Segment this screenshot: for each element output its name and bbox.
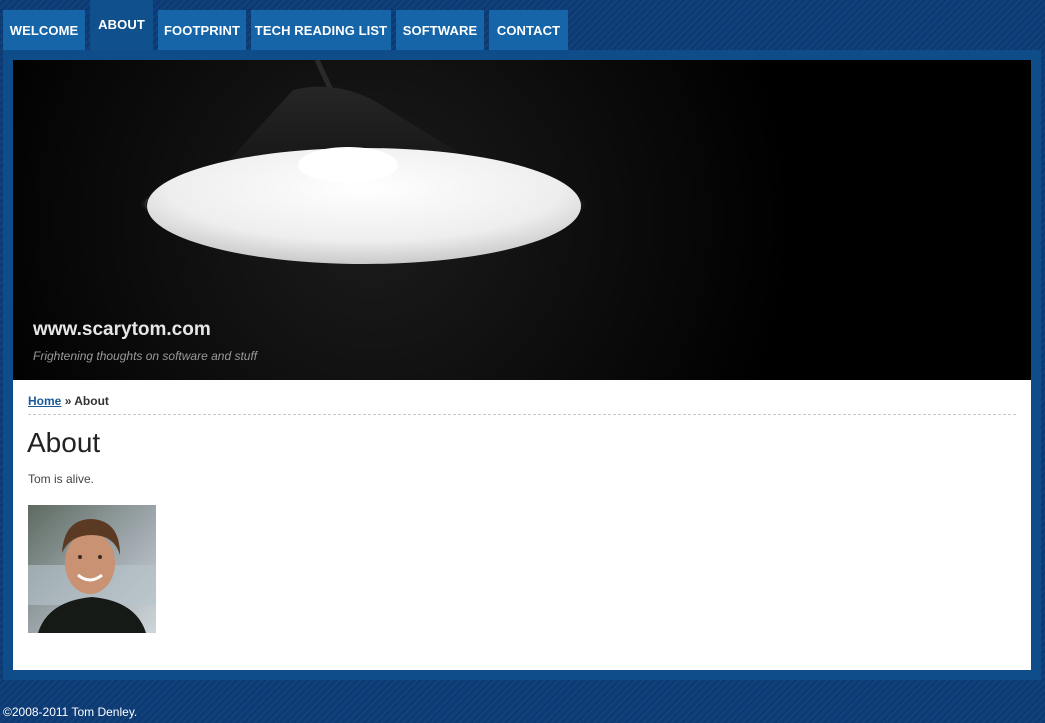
site-title: www.scarytom.com [33,319,211,340]
site-header: www.scarytom.com Frightening thoughts on… [13,60,1031,380]
main-content: Home » About About Tom is alive. [13,380,1031,670]
page-title: About [27,427,101,458]
tab-footprint[interactable]: FOOTPRINT [158,10,246,50]
tab-welcome[interactable]: WELCOME [3,10,85,50]
tab-about[interactable]: ABOUT [90,0,153,50]
portrait-photo [28,505,156,633]
breadcrumb-separator: » [64,394,72,408]
footer-copyright: ©2008-2011 Tom Denley. [3,705,138,719]
breadcrumb: Home » About [28,394,1016,415]
breadcrumb-current: About [74,394,109,408]
site-tagline: Frightening thoughts on software and stu… [33,349,258,363]
body-text: Tom is alive. [28,472,95,486]
breadcrumb-home-link[interactable]: Home [28,394,61,408]
tab-software[interactable]: SOFTWARE [396,10,484,50]
tab-tech-reading-list[interactable]: TECH READING LIST [251,10,391,50]
tab-contact[interactable]: CONTACT [489,10,568,50]
